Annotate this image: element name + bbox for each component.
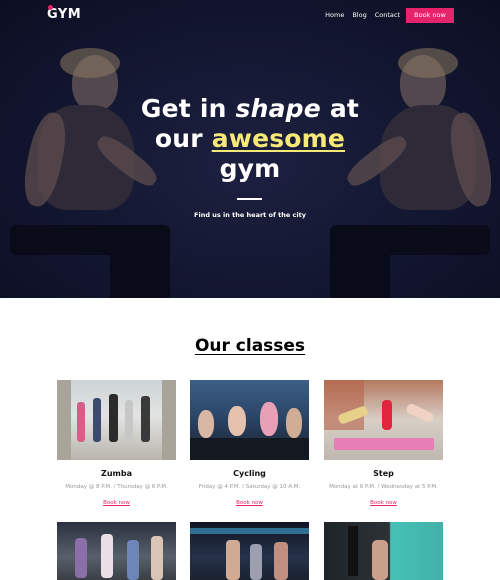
classes-title: Our classes xyxy=(194,336,306,356)
class-name: Zumba xyxy=(101,469,132,478)
class-name: Cycling xyxy=(233,469,266,478)
class-name: Step xyxy=(373,469,394,478)
nav-link-blog[interactable]: Blog xyxy=(352,11,366,19)
class-card-row2-3 xyxy=(324,522,443,580)
class-image-cycling[interactable] xyxy=(190,380,309,460)
class-card-row2-2 xyxy=(190,522,309,580)
nav-link-contact[interactable]: Contact xyxy=(375,11,400,19)
hero-headline: Get in shape at our awesome gym xyxy=(100,94,400,184)
brand-logo[interactable]: GYM xyxy=(47,5,81,22)
class-image[interactable] xyxy=(57,522,176,580)
class-schedule: Monday @ 8 P.M. / Thursday @ 6 P.M. xyxy=(65,484,168,490)
nav-links: Home Blog Contact xyxy=(325,11,400,19)
headline-text: our xyxy=(154,124,212,153)
class-card-cycling: Cycling Friday @ 4 P.M. / Saturday @ 10 … xyxy=(190,380,309,506)
class-image-zumba[interactable] xyxy=(57,380,176,460)
class-image-step[interactable] xyxy=(324,380,443,460)
book-class-link[interactable]: Book now xyxy=(190,500,309,506)
hero-section: GYM Home Blog Contact Book now Get in sh… xyxy=(0,0,500,298)
headline-text: gym xyxy=(219,154,281,183)
headline-text: at xyxy=(320,94,360,123)
headline-highlight: awesome xyxy=(211,124,346,153)
class-card-zumba: Zumba Monday @ 8 P.M. / Thursday @ 6 P.M… xyxy=(57,380,176,506)
class-card-row2-1 xyxy=(57,522,176,580)
class-image[interactable] xyxy=(324,522,443,580)
book-now-button[interactable]: Book now xyxy=(406,8,454,23)
top-navbar: GYM Home Blog Contact Book now xyxy=(0,0,500,32)
class-schedule: Friday @ 4 P.M. / Saturday @ 10 A.M. xyxy=(198,484,301,490)
hero-divider xyxy=(237,198,262,200)
logo-dot-icon xyxy=(48,5,53,10)
class-card-step: Step Monday at 6 P.M. / Wednesday at 5 P… xyxy=(324,380,443,506)
headline-text: Get in xyxy=(140,94,236,123)
book-class-link[interactable]: Book now xyxy=(324,500,443,506)
class-image[interactable] xyxy=(190,522,309,580)
class-schedule: Monday at 6 P.M. / Wednesday at 5 P.M. xyxy=(329,484,438,490)
book-class-link[interactable]: Book now xyxy=(57,500,176,506)
headline-emphasis: shape xyxy=(235,94,321,123)
hero-tagline: Find us in the heart of the city xyxy=(194,211,306,219)
nav-link-home[interactable]: Home xyxy=(325,11,344,19)
